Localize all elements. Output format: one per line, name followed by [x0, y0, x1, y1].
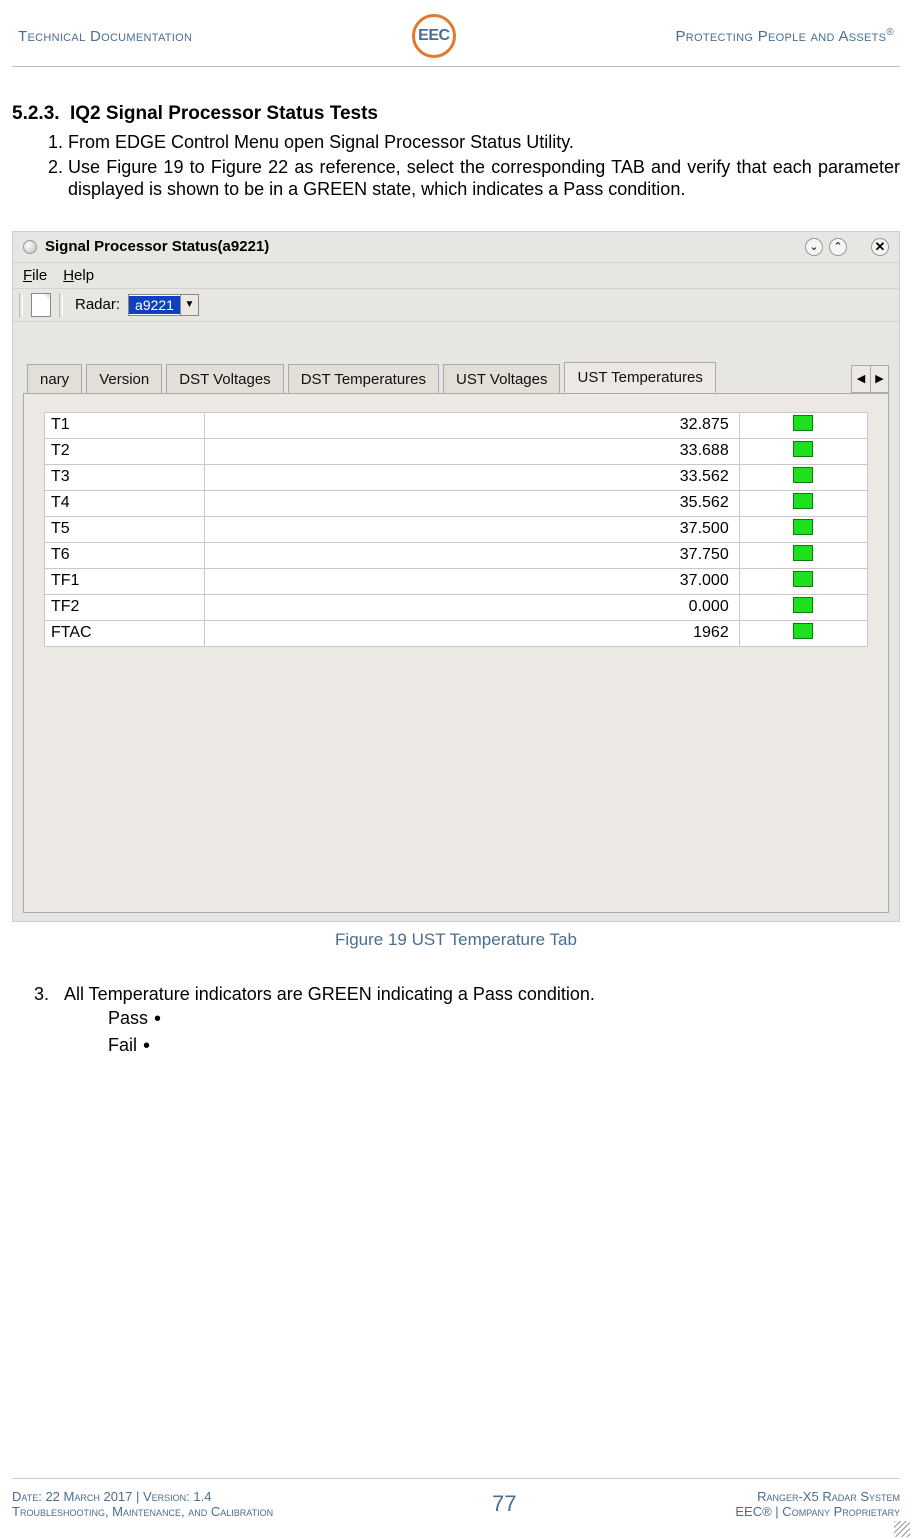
param-value: 33.562 — [205, 464, 739, 490]
table-row: T132.875 — [45, 412, 868, 438]
led-icon — [793, 597, 813, 613]
minimize-button[interactable]: ⌄ — [805, 238, 823, 256]
header-left: Technical Documentation — [18, 28, 192, 45]
pass-dot-icon: • — [154, 1008, 161, 1030]
led-icon — [793, 441, 813, 457]
status-indicator — [739, 464, 867, 490]
status-indicator — [739, 412, 867, 438]
eec-logo: EEC — [412, 14, 456, 58]
section-heading: 5.2.3.IQ2 Signal Processor Status Tests — [12, 103, 900, 125]
page-number: 77 — [492, 1491, 516, 1517]
new-doc-icon[interactable] — [31, 293, 51, 317]
tab-scroll: ◀ ▶ — [851, 365, 889, 393]
fail-dot-icon: • — [143, 1035, 150, 1057]
close-button[interactable]: ✕ — [871, 238, 889, 256]
param-value: 37.750 — [205, 542, 739, 568]
pass-fail-block: Pass • Fail • — [108, 1005, 900, 1059]
footer-proprietary: EEC® | Company Proprietary — [735, 1504, 900, 1519]
param-value: 1962 — [205, 620, 739, 646]
param-name: FTAC — [45, 620, 205, 646]
param-name: T4 — [45, 490, 205, 516]
step-1: From EDGE Control Menu open Signal Proce… — [68, 131, 900, 154]
tab-version[interactable]: Version — [86, 364, 162, 394]
table-row: T435.562 — [45, 490, 868, 516]
param-name: T1 — [45, 412, 205, 438]
table-row: T333.562 — [45, 464, 868, 490]
signal-processor-window: Signal Processor Status(a9221) ⌄ ⌃ ✕ Fil… — [12, 231, 900, 922]
step-2: Use Figure 19 to Figure 22 as reference,… — [68, 156, 900, 201]
step-3: 3.All Temperature indicators are GREEN i… — [34, 984, 900, 1005]
param-value: 33.688 — [205, 438, 739, 464]
led-icon — [793, 545, 813, 561]
tab-dst-temperatures[interactable]: DST Temperatures — [288, 364, 439, 394]
param-name: T6 — [45, 542, 205, 568]
table-row: T637.750 — [45, 542, 868, 568]
param-value: 37.500 — [205, 516, 739, 542]
param-name: T5 — [45, 516, 205, 542]
fail-label: Fail — [108, 1035, 137, 1055]
led-icon — [793, 467, 813, 483]
radar-select[interactable]: a9221 ▼ — [128, 294, 199, 316]
table-row: TF20.000 — [45, 594, 868, 620]
status-indicator — [739, 568, 867, 594]
window-titlebar: Signal Processor Status(a9221) ⌄ ⌃ ✕ — [13, 232, 899, 263]
table-row: FTAC1962 — [45, 620, 868, 646]
param-value: 37.000 — [205, 568, 739, 594]
menu-bar: File Help — [13, 263, 899, 289]
menu-file[interactable]: File — [23, 267, 47, 284]
window-title: Signal Processor Status(a9221) — [45, 238, 269, 255]
tab-nary[interactable]: nary — [27, 364, 82, 394]
tab-ust-voltages[interactable]: UST Voltages — [443, 364, 560, 394]
status-indicator — [739, 490, 867, 516]
param-value: 35.562 — [205, 490, 739, 516]
toolbar: Radar: a9221 ▼ — [13, 289, 899, 322]
window-icon — [23, 240, 37, 254]
param-name: TF1 — [45, 568, 205, 594]
status-indicator — [739, 438, 867, 464]
led-icon — [793, 415, 813, 431]
header-right: Protecting People and Assets® — [675, 27, 894, 45]
radar-label: Radar: — [75, 296, 120, 313]
figure-caption: Figure 19 UST Temperature Tab — [12, 930, 900, 950]
footer-product: Ranger-X5 Radar System — [735, 1489, 900, 1504]
tab-scroll-right[interactable]: ▶ — [870, 366, 888, 392]
toolbar-separator — [59, 293, 63, 317]
chevron-down-icon[interactable]: ▼ — [180, 295, 198, 315]
data-grid-panel: T132.875T233.688T333.562T435.562T537.500… — [23, 393, 889, 913]
param-name: T3 — [45, 464, 205, 490]
param-name: TF2 — [45, 594, 205, 620]
pass-label: Pass — [108, 1008, 148, 1028]
tab-ust-temperatures[interactable]: UST Temperatures — [564, 362, 715, 393]
led-icon — [793, 571, 813, 587]
table-row: TF137.000 — [45, 568, 868, 594]
menu-help[interactable]: Help — [63, 267, 94, 284]
tab-strip: naryVersionDST VoltagesDST TemperaturesU… — [27, 362, 889, 393]
tab-scroll-left[interactable]: ◀ — [852, 366, 870, 392]
status-indicator — [739, 516, 867, 542]
table-row: T537.500 — [45, 516, 868, 542]
page-header: Technical Documentation EEC Protecting P… — [12, 14, 900, 67]
table-row: T233.688 — [45, 438, 868, 464]
data-table: T132.875T233.688T333.562T435.562T537.500… — [44, 412, 868, 647]
page-footer: Date: 22 March 2017 | Version: 1.4 Troub… — [12, 1478, 900, 1519]
resize-handle[interactable] — [894, 1521, 910, 1537]
tab-dst-voltages[interactable]: DST Voltages — [166, 364, 283, 394]
param-value: 0.000 — [205, 594, 739, 620]
status-indicator — [739, 620, 867, 646]
footer-date-version: Date: 22 March 2017 | Version: 1.4 — [12, 1489, 273, 1504]
param-name: T2 — [45, 438, 205, 464]
procedure-list: From EDGE Control Menu open Signal Proce… — [26, 131, 900, 201]
status-indicator — [739, 594, 867, 620]
toolbar-separator — [19, 293, 23, 317]
led-icon — [793, 623, 813, 639]
maximize-button[interactable]: ⌃ — [829, 238, 847, 256]
status-indicator — [739, 542, 867, 568]
led-icon — [793, 519, 813, 535]
led-icon — [793, 493, 813, 509]
param-value: 32.875 — [205, 412, 739, 438]
footer-doc-title: Troubleshooting, Maintenance, and Calibr… — [12, 1504, 273, 1519]
